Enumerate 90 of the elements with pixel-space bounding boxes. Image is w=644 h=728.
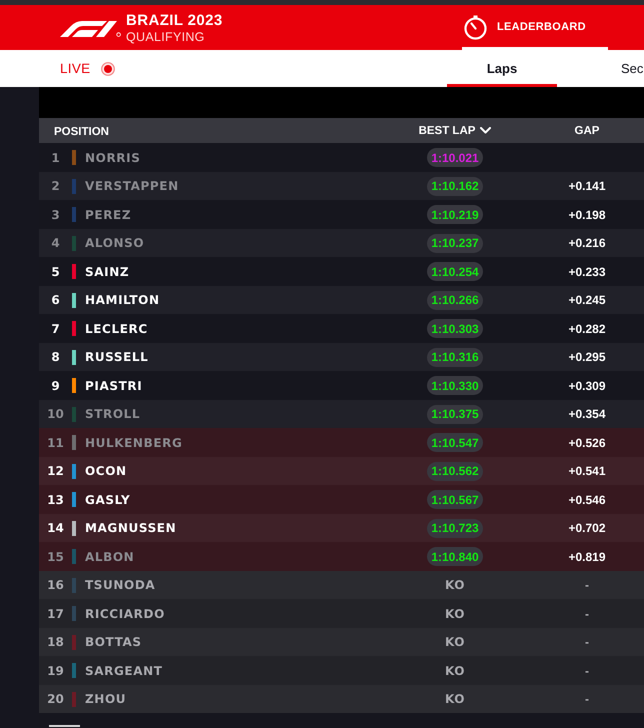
driver-name: ALONSO bbox=[85, 236, 146, 250]
live-dot-icon bbox=[101, 62, 116, 76]
position-number: 13 bbox=[46, 492, 65, 506]
position-number: 19 bbox=[46, 664, 65, 678]
logo-icon bbox=[60, 20, 121, 36]
lap-status: KO bbox=[445, 664, 465, 678]
position-number: 12 bbox=[46, 464, 65, 478]
driver-name: MAGNUSSEN bbox=[85, 521, 178, 535]
lap-time: 1:10.547 bbox=[431, 436, 479, 450]
driver-name: RUSSELL bbox=[85, 350, 150, 364]
driver-name: LECLERC bbox=[85, 322, 149, 336]
position-number: 10 bbox=[46, 407, 65, 421]
driver-name: STROLL bbox=[85, 407, 142, 421]
driver-name: GASLY bbox=[85, 492, 132, 506]
lap-time: 1:10.303 bbox=[431, 322, 479, 336]
driver-name: PIASTRI bbox=[85, 378, 144, 392]
position-number: 8 bbox=[50, 350, 61, 364]
session-name: QUALIFYING bbox=[126, 28, 206, 44]
lap-time: 1:10.254 bbox=[431, 264, 479, 278]
lap-time: 1:10.021 bbox=[431, 150, 479, 164]
gap-time: +0.245 bbox=[568, 293, 606, 307]
gap-time: - bbox=[585, 664, 589, 678]
driver-name: HAMILTON bbox=[85, 293, 161, 307]
lap-time: 1:10.237 bbox=[431, 236, 479, 250]
stopwatch-icon bbox=[463, 14, 488, 40]
gap-time: +0.541 bbox=[568, 464, 606, 478]
driver-name: HULKENBERG bbox=[85, 436, 184, 450]
position-number: 15 bbox=[46, 550, 65, 564]
position-number: 18 bbox=[46, 635, 65, 649]
lap-time: 1:10.840 bbox=[431, 550, 479, 564]
driver-name: ALBON bbox=[85, 550, 136, 564]
driver-name: RICCIARDO bbox=[85, 606, 166, 620]
position-number: 20 bbox=[46, 692, 65, 706]
driver-name: BOTTAS bbox=[85, 635, 143, 649]
lap-time: 1:10.316 bbox=[431, 350, 479, 364]
lap-time: 1:10.219 bbox=[431, 208, 479, 222]
driver-name: VERSTAPPEN bbox=[85, 179, 180, 193]
lap-time: 1:10.567 bbox=[431, 492, 479, 506]
driver-name: OCON bbox=[85, 464, 128, 478]
gap-time: +0.526 bbox=[568, 436, 606, 450]
lap-status: KO bbox=[445, 692, 465, 706]
position-number: 2 bbox=[50, 179, 61, 193]
chevron-down-icon bbox=[480, 127, 492, 134]
position-number: 7 bbox=[50, 322, 61, 336]
driver-name: PEREZ bbox=[85, 208, 132, 222]
gap-time: - bbox=[585, 635, 589, 649]
gap-time: +0.216 bbox=[568, 236, 606, 250]
column-header[interactable]: BEST LAP bbox=[418, 124, 492, 136]
gap-time: - bbox=[585, 606, 589, 620]
gap-time: +0.141 bbox=[568, 179, 606, 193]
position-number: 9 bbox=[50, 378, 61, 392]
driver-name: NORRIS bbox=[85, 150, 142, 164]
position-number: 14 bbox=[46, 521, 65, 535]
lap-time: 1:10.723 bbox=[431, 521, 479, 535]
lap-status: KO bbox=[445, 578, 465, 592]
gap-time: +0.702 bbox=[568, 521, 606, 535]
gap-time: +0.309 bbox=[568, 378, 606, 392]
position-number: 6 bbox=[50, 293, 61, 307]
gap-time: +0.354 bbox=[568, 407, 606, 421]
gap-time: - bbox=[585, 578, 589, 592]
gap-time: +0.233 bbox=[568, 264, 606, 278]
position-number: 4 bbox=[50, 236, 61, 250]
lap-time: 1:10.162 bbox=[431, 179, 479, 193]
position-number: 3 bbox=[50, 208, 61, 222]
driver-name: SAINZ bbox=[85, 264, 130, 278]
gap-time: +0.819 bbox=[568, 550, 606, 564]
gap-time: +0.546 bbox=[568, 492, 606, 506]
lap-status: KO bbox=[445, 635, 465, 649]
position-number: 11 bbox=[46, 436, 65, 450]
gap-time: +0.282 bbox=[568, 322, 606, 336]
view-tab[interactable]: Sec bbox=[557, 50, 644, 87]
gap-time: +0.295 bbox=[568, 350, 606, 364]
lap-time: 1:10.375 bbox=[431, 407, 479, 421]
column-header: POSITION bbox=[54, 126, 109, 138]
position-number: 1 bbox=[50, 150, 61, 164]
gap-time: - bbox=[585, 692, 589, 706]
lap-time: 1:10.266 bbox=[431, 293, 479, 307]
lap-status: KO bbox=[445, 606, 465, 620]
position-number: 17 bbox=[46, 606, 65, 620]
driver-name: SARGEANT bbox=[85, 664, 164, 678]
position-number: 5 bbox=[50, 264, 61, 278]
gap-time: +0.198 bbox=[568, 208, 606, 222]
lap-time: 1:10.330 bbox=[431, 378, 479, 392]
position-number: 16 bbox=[46, 578, 65, 592]
live-label: LIVE bbox=[60, 61, 90, 76]
driver-name: ZHOU bbox=[85, 692, 128, 706]
column-header: GAP bbox=[574, 124, 600, 136]
driver-name: TSUNODA bbox=[85, 578, 156, 592]
lap-time: 1:10.562 bbox=[431, 464, 479, 478]
event-title: BRAZIL 2023 bbox=[126, 12, 223, 28]
